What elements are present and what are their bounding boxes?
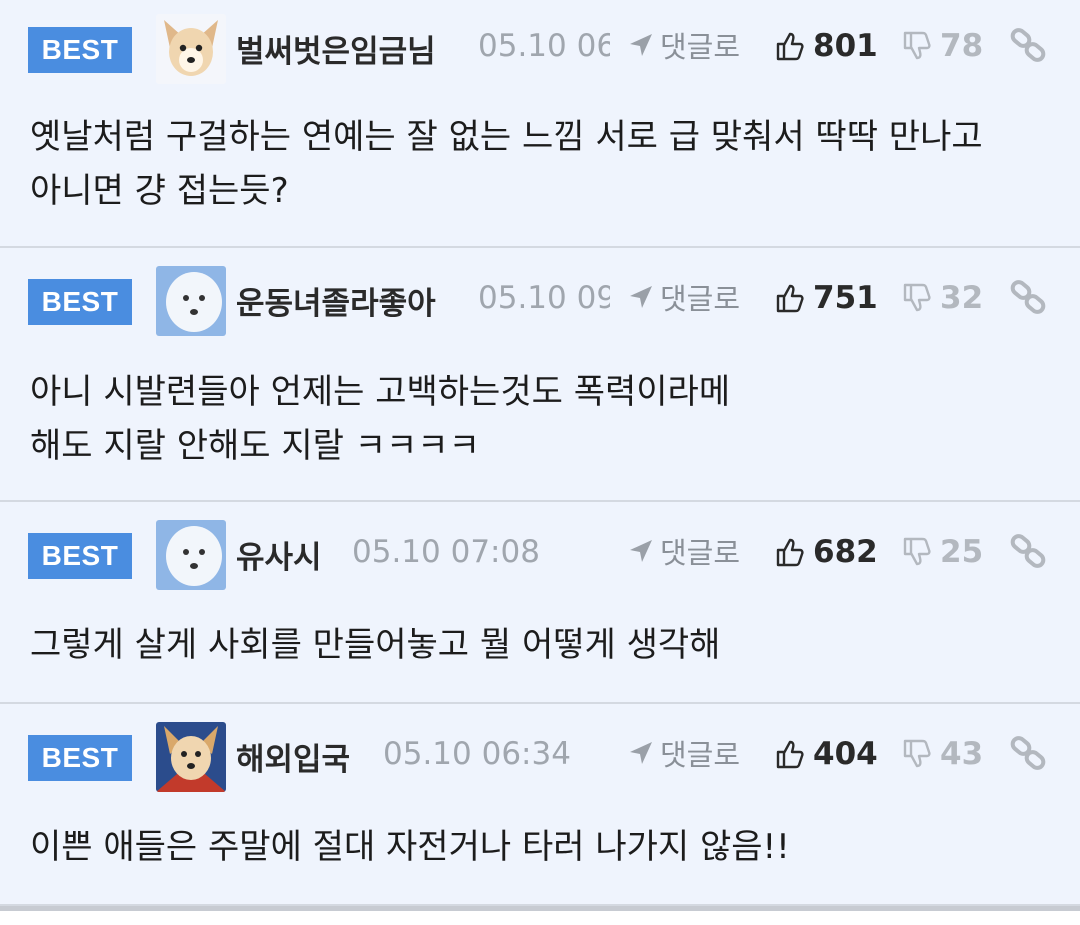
dog-avatar-icon[interactable] — [156, 14, 226, 84]
best-badge: BEST — [28, 27, 132, 73]
reply-arrow-icon — [630, 540, 652, 562]
comment-item: BEST 운동녀졸라좋아 05.10 09 댓글로 751 32 아니 시발련들… — [0, 248, 1080, 502]
best-badge: BEST — [28, 533, 132, 579]
thumbs-up-icon — [776, 32, 804, 61]
reply-arrow-icon — [630, 286, 652, 308]
link-icon[interactable] — [1008, 278, 1048, 318]
page-footer-area — [0, 911, 1080, 925]
thumbs-down-icon — [903, 537, 931, 566]
thumbs-up-icon — [776, 740, 804, 769]
dislike-count: 32 — [940, 280, 984, 316]
timestamp: 05.10 09 — [478, 280, 610, 316]
like-button[interactable]: 751 — [775, 278, 878, 318]
reply-label: 댓글로 — [660, 30, 741, 64]
reply-label: 댓글로 — [660, 738, 741, 772]
comment-text: 이쁜 애들은 주말에 절대 자전거나 타러 나가지 않음!! — [30, 820, 1060, 874]
thumbs-down-icon — [903, 739, 931, 768]
dislike-count: 43 — [940, 736, 984, 772]
reply-arrow-icon — [630, 34, 652, 56]
reply-button[interactable]: 댓글로 — [628, 25, 740, 65]
dislike-button[interactable]: 25 — [902, 532, 983, 572]
comment-text: 아니 시발련들아 언제는 고백하는것도 폭력이라메 해도 지랄 안해도 지랄 ㅋ… — [30, 365, 1060, 473]
reply-button[interactable]: 댓글로 — [628, 277, 740, 317]
like-count: 751 — [813, 280, 878, 316]
dislike-button[interactable]: 78 — [902, 26, 983, 66]
link-icon[interactable] — [1008, 734, 1048, 774]
comment-line: 아니면 걍 접는듯? — [30, 171, 289, 211]
like-button[interactable]: 682 — [775, 532, 878, 572]
thumbs-up-icon — [776, 284, 804, 313]
nickname[interactable]: 해외입국 — [236, 734, 350, 779]
nickname[interactable]: 운동녀졸라좋아 — [236, 278, 436, 323]
link-icon[interactable] — [1008, 26, 1048, 66]
white-dog-avatar-icon[interactable] — [156, 520, 226, 590]
best-badge: BEST — [28, 735, 132, 781]
timestamp: 05.10 06:34 — [383, 736, 571, 772]
comment-item: BEST 유사시 05.10 07:08 댓글로 682 25 그렇게 살게 사… — [0, 502, 1080, 704]
comment-line: 아니 시발련들아 언제는 고백하는것도 폭력이라메 — [30, 372, 731, 412]
dislike-button[interactable]: 43 — [902, 734, 983, 774]
comment-text: 그렇게 살게 사회를 만들어놓고 뭘 어떻게 생각해 — [30, 618, 1060, 672]
comment-item: BEST 해외입국 05.10 06:34 댓글로 404 43 이쁜 애들은 … — [0, 704, 1080, 906]
reply-label: 댓글로 — [660, 536, 741, 570]
comment-line: 그렇게 살게 사회를 만들어놓고 뭘 어떻게 생각해 — [30, 625, 721, 665]
best-badge: BEST — [28, 279, 132, 325]
comment-text: 옛날처럼 구걸하는 연예는 잘 없는 느낌 서로 급 맞춰서 딱딱 만나고 아니… — [30, 110, 1060, 218]
thumbs-down-icon — [903, 283, 931, 312]
dislike-count: 25 — [940, 534, 984, 570]
link-icon[interactable] — [1008, 532, 1048, 572]
nickname[interactable]: 유사시 — [236, 532, 322, 577]
like-count: 801 — [813, 28, 878, 64]
reply-button[interactable]: 댓글로 — [628, 531, 740, 571]
like-button[interactable]: 404 — [775, 734, 878, 774]
thumbs-down-icon — [903, 31, 931, 60]
like-count: 682 — [813, 534, 878, 570]
reply-button[interactable]: 댓글로 — [628, 733, 740, 773]
comment-item: BEST 벌써벗은임금님 05.10 06 댓글로 801 78 옛날처럼 구걸… — [0, 0, 1080, 248]
timestamp: 05.10 07:08 — [352, 534, 540, 570]
like-count: 404 — [813, 736, 878, 772]
reply-label: 댓글로 — [660, 282, 741, 316]
comment-line: 옛날처럼 구걸하는 연예는 잘 없는 느낌 서로 급 맞춰서 딱딱 만나고 — [30, 117, 983, 157]
white-dog-avatar-icon[interactable] — [156, 266, 226, 336]
nickname[interactable]: 벌써벗은임금님 — [236, 26, 436, 71]
dog-avatar-icon[interactable] — [156, 722, 226, 792]
reply-arrow-icon — [630, 742, 652, 764]
dislike-count: 78 — [940, 28, 984, 64]
timestamp: 05.10 06 — [478, 28, 610, 64]
like-button[interactable]: 801 — [775, 26, 878, 66]
comment-line: 해도 지랄 안해도 지랄 ㅋㅋㅋㅋ — [30, 426, 480, 466]
comment-line: 이쁜 애들은 주말에 절대 자전거나 타러 나가지 않음!! — [30, 827, 790, 867]
thumbs-up-icon — [776, 538, 804, 567]
dislike-button[interactable]: 32 — [902, 278, 983, 318]
